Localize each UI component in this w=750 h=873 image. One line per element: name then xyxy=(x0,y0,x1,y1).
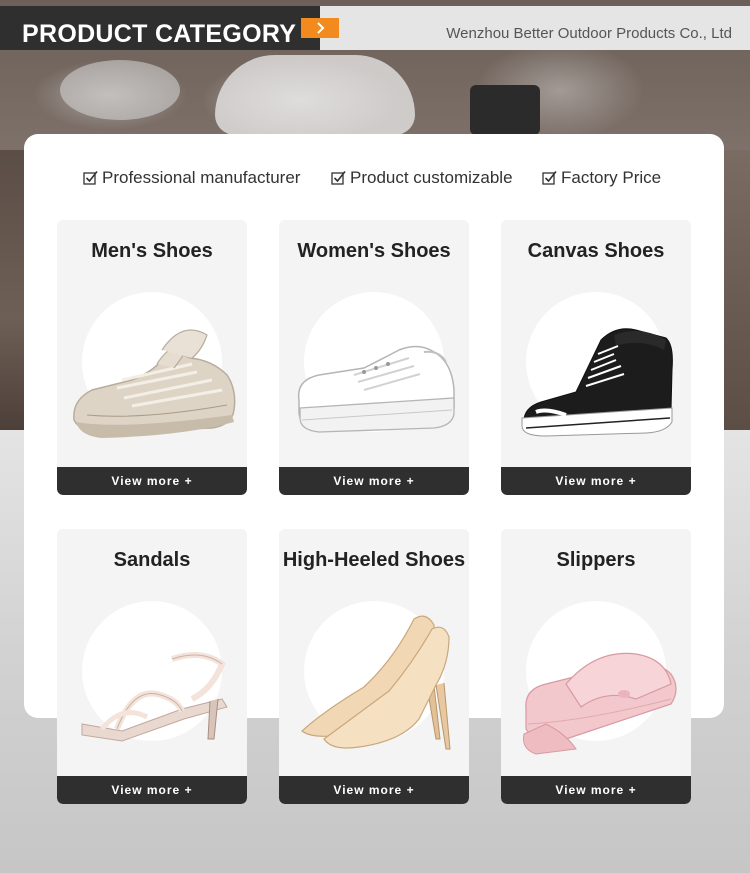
category-title: Canvas Shoes xyxy=(527,240,665,262)
feature-item: Factory Price xyxy=(542,168,661,188)
category-tile-womens-shoes[interactable]: Women's Shoes View more + xyxy=(279,220,469,495)
category-title: Slippers xyxy=(556,549,636,571)
view-more-button[interactable]: View more + xyxy=(57,467,247,495)
category-tile-high-heeled-shoes[interactable]: High-Heeled Shoes View more + xyxy=(279,529,469,804)
category-title: Sandals xyxy=(113,549,191,571)
category-tile-mens-shoes[interactable]: Men's Shoes View more + xyxy=(57,220,247,495)
checkbox-checked-icon xyxy=(83,170,99,186)
category-title: Men's Shoes xyxy=(91,240,213,262)
canvas-high-top-image xyxy=(521,328,673,437)
sneaker-image xyxy=(73,329,236,438)
view-more-button[interactable]: View more + xyxy=(279,776,469,804)
feature-label: Product customizable xyxy=(350,168,513,187)
background-edge xyxy=(0,150,26,430)
feature-label: Professional manufacturer xyxy=(102,168,301,187)
category-tile-sandals[interactable]: Sandals View more + xyxy=(57,529,247,804)
chevron-right-icon xyxy=(317,22,325,34)
category-tile-slippers[interactable]: Slippers View more + xyxy=(501,529,691,804)
checkbox-checked-icon xyxy=(542,170,558,186)
category-tile-canvas-shoes[interactable]: Canvas Shoes View more + xyxy=(501,220,691,495)
feature-label: Factory Price xyxy=(561,168,662,187)
category-title: High-Heeled Shoes xyxy=(282,549,466,571)
features-row: Professional manufacturer Product custom… xyxy=(0,168,750,192)
view-more-button[interactable]: View more + xyxy=(501,776,691,804)
page-title: PRODUCT CATEGORY xyxy=(22,20,297,48)
background-edge xyxy=(724,150,750,430)
pink-slide-slipper-image xyxy=(523,652,677,755)
view-more-button[interactable]: View more + xyxy=(57,776,247,804)
view-more-button[interactable]: View more + xyxy=(501,467,691,495)
category-title: Women's Shoes xyxy=(297,240,451,262)
background-shoe-shape xyxy=(60,60,180,120)
background-shoe-shape xyxy=(215,55,415,135)
header-company-bar: Wenzhou Better Outdoor Products Co., Ltd xyxy=(320,6,750,50)
feature-item: Professional manufacturer xyxy=(83,168,300,188)
strappy-sandal-image xyxy=(81,652,228,742)
white-platform-sneaker-image xyxy=(297,345,455,433)
pump-heel-image xyxy=(301,615,451,750)
checkbox-checked-icon xyxy=(331,170,347,186)
header-arrow-button[interactable] xyxy=(301,18,339,38)
background-shoe-shape xyxy=(470,85,540,135)
company-name: Wenzhou Better Outdoor Products Co., Ltd xyxy=(446,25,732,42)
header-title-bar: PRODUCT CATEGORY xyxy=(0,6,320,50)
feature-item: Product customizable xyxy=(331,168,513,188)
view-more-button[interactable]: View more + xyxy=(279,467,469,495)
